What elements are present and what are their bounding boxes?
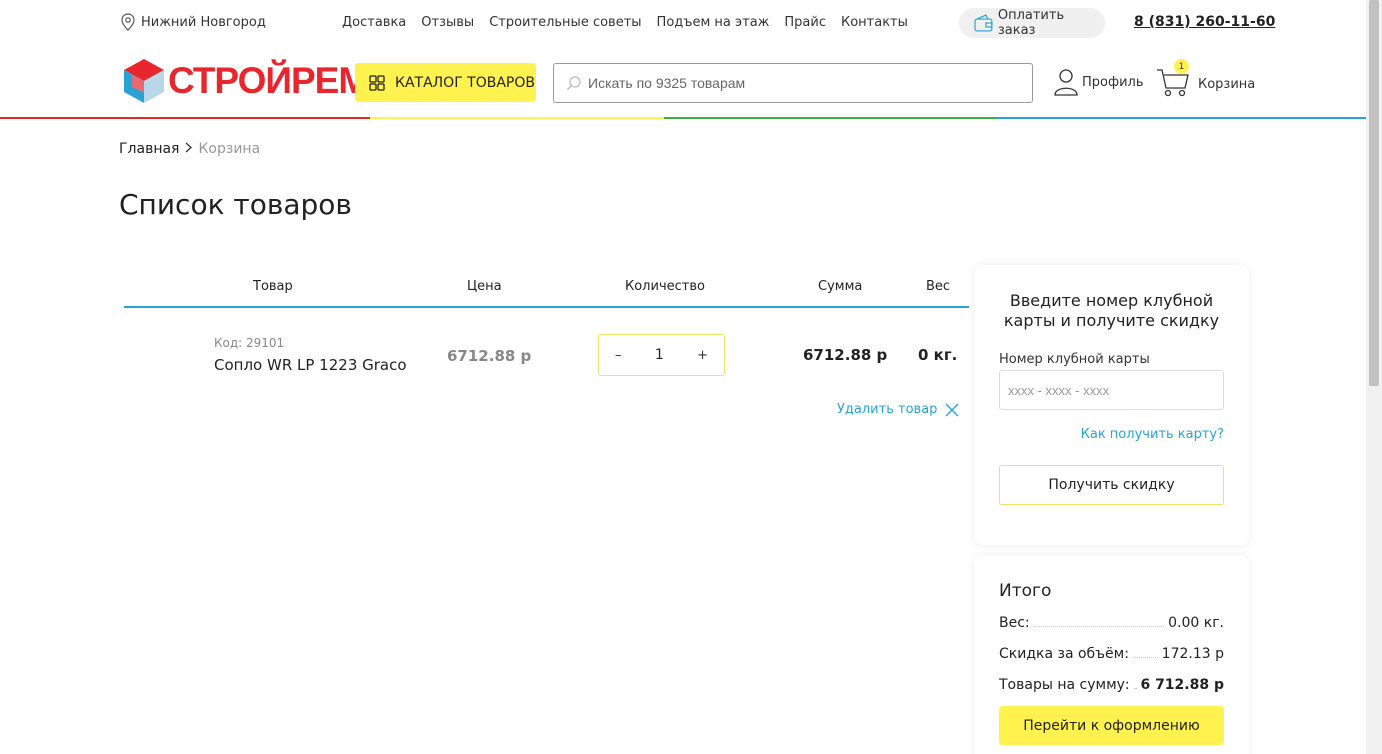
qty-decrement-button[interactable]: – bbox=[615, 348, 622, 363]
nav-contacts[interactable]: Контакты bbox=[841, 15, 908, 30]
logo[interactable]: СТРОЙРЕМ bbox=[122, 57, 369, 105]
product-sum: 6712.88 р bbox=[803, 346, 888, 364]
volume-discount-value: 172.13 р bbox=[1161, 646, 1224, 662]
nav-delivery[interactable]: Доставка bbox=[342, 15, 406, 30]
qty-value[interactable]: 1 bbox=[655, 347, 664, 363]
dotted-leader bbox=[1133, 679, 1137, 689]
header: СТРОЙРЕМ КАТАЛОГ ТОВАРОВ Профиль 1 Корзи… bbox=[0, 46, 1366, 120]
product-code: Код: 29101 bbox=[214, 336, 285, 350]
cart-link[interactable]: 1 Корзина bbox=[1156, 59, 1256, 102]
city-label: Нижний Новгород bbox=[141, 14, 266, 30]
nav-lifting[interactable]: Подъем на этаж bbox=[657, 15, 770, 30]
top-nav: Доставка Отзывы Строительные советы Подъ… bbox=[342, 15, 923, 30]
cart-label: Корзина bbox=[1198, 76, 1256, 92]
qty-increment-button[interactable]: + bbox=[697, 348, 708, 363]
product-weight: 0 кг. bbox=[918, 346, 958, 364]
col-price: Цена bbox=[467, 279, 502, 294]
table-row: Код: 29101 Сопло WR LP 1223 Graco 6712.8… bbox=[124, 330, 969, 390]
breadcrumb-home[interactable]: Главная bbox=[119, 141, 179, 157]
checkout-button[interactable]: Перейти к оформлению bbox=[999, 706, 1224, 745]
dotted-leader bbox=[1132, 648, 1158, 658]
get-discount-button[interactable]: Получить скидку bbox=[999, 465, 1224, 505]
nav-price[interactable]: Прайс bbox=[784, 15, 826, 30]
grid-icon bbox=[369, 74, 385, 91]
cart-count-badge: 1 bbox=[1174, 59, 1189, 74]
logo-cube-icon bbox=[124, 59, 164, 103]
total-title: Итого bbox=[999, 581, 1052, 601]
volume-discount-row: Скидка за объём: 172.13 р bbox=[999, 646, 1224, 662]
pay-order-label: Оплатить заказ bbox=[997, 8, 1065, 38]
phone-link[interactable]: 8 (831) 260-11-60 bbox=[1134, 14, 1275, 30]
search-box bbox=[553, 63, 1033, 103]
club-card-label: Номер клубной карты bbox=[999, 352, 1150, 367]
quantity-stepper: – 1 + bbox=[598, 334, 725, 376]
volume-discount-label: Скидка за объём: bbox=[999, 646, 1129, 662]
page-title: Список товаров bbox=[119, 188, 352, 221]
total-weight-row: Вес: 0.00 кг. bbox=[999, 615, 1224, 631]
product-name[interactable]: Сопло WR LP 1223 Graco bbox=[214, 356, 407, 374]
header-color-stripe bbox=[0, 117, 1366, 119]
goods-total-row: Товары на сумму: 6 712.88 р bbox=[999, 677, 1224, 693]
page: Нижний Новгород Доставка Отзывы Строител… bbox=[0, 0, 1366, 754]
order-total-panel: Итого Вес: 0.00 кг. Скидка за объём: 172… bbox=[974, 555, 1249, 754]
scrollbar-thumb[interactable] bbox=[1369, 0, 1379, 386]
delete-item-button[interactable]: Удалить товар bbox=[837, 402, 959, 417]
dotted-leader bbox=[1033, 617, 1165, 627]
col-sum: Сумма bbox=[818, 279, 863, 294]
search-input[interactable] bbox=[588, 75, 1008, 91]
delete-item-label: Удалить товар bbox=[837, 402, 938, 417]
catalog-label: КАТАЛОГ ТОВАРОВ bbox=[395, 74, 535, 91]
user-icon bbox=[1054, 69, 1078, 96]
profile-link[interactable]: Профиль bbox=[1054, 68, 1144, 96]
chevron-right-icon bbox=[185, 141, 193, 157]
wallet-icon bbox=[974, 14, 993, 32]
profile-label: Профиль bbox=[1082, 74, 1144, 90]
table-header: Товар Цена Количество Сумма Вес bbox=[124, 270, 969, 308]
product-price: 6712.88 р bbox=[447, 347, 532, 365]
goods-total-value: 6 712.88 р bbox=[1140, 677, 1224, 693]
catalog-button[interactable]: КАТАЛОГ ТОВАРОВ bbox=[355, 63, 536, 102]
pay-order-button[interactable]: Оплатить заказ bbox=[959, 8, 1105, 38]
col-weight: Вес bbox=[926, 279, 951, 294]
total-weight-label: Вес: bbox=[999, 615, 1030, 631]
topbar: Нижний Новгород Доставка Отзывы Строител… bbox=[0, 0, 1366, 46]
location-pin-icon bbox=[121, 13, 135, 31]
nav-tips[interactable]: Строительные советы bbox=[489, 15, 641, 30]
goods-total-label: Товары на сумму: bbox=[999, 677, 1130, 693]
search-icon bbox=[567, 76, 581, 90]
close-icon bbox=[945, 403, 959, 416]
col-qty: Количество bbox=[625, 279, 705, 294]
nav-reviews[interactable]: Отзывы bbox=[421, 15, 474, 30]
club-card-input[interactable] bbox=[999, 370, 1224, 410]
how-to-get-card-link[interactable]: Как получить карту? bbox=[1081, 427, 1224, 442]
cart-icon-wrap: 1 bbox=[1156, 59, 1190, 102]
logo-text: СТРОЙРЕМ bbox=[168, 60, 369, 101]
club-card-title: Введите номер клубной карты и получите с… bbox=[1003, 291, 1220, 330]
club-card-panel: Введите номер клубной карты и получите с… bbox=[974, 265, 1249, 545]
col-product: Товар bbox=[253, 279, 293, 294]
breadcrumb: Главная Корзина bbox=[119, 141, 260, 157]
city-selector[interactable]: Нижний Новгород bbox=[120, 13, 266, 31]
scrollbar[interactable] bbox=[1366, 0, 1382, 754]
breadcrumb-current: Корзина bbox=[198, 141, 261, 157]
total-weight-value: 0.00 кг. bbox=[1168, 615, 1224, 631]
